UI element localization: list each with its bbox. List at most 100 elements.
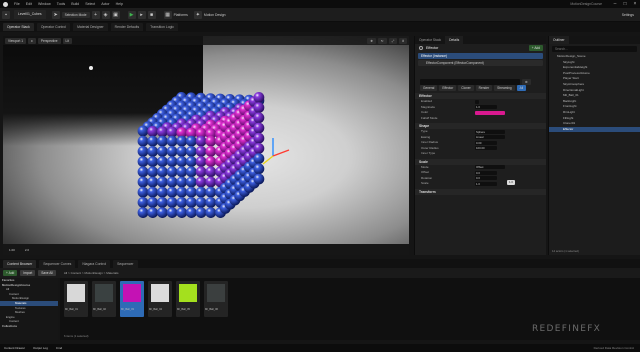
selection-mode-icon[interactable]: ➤ [51, 10, 60, 19]
tab-details[interactable]: Details [445, 36, 464, 44]
motion-design-icon[interactable]: ✦ [193, 10, 202, 19]
section-transform[interactable]: Transform [415, 188, 546, 195]
menu-edit[interactable]: Edit [26, 2, 32, 6]
outliner-panel: Outliner Search... MotionDesign_Scene Sk… [548, 36, 640, 255]
platforms-label[interactable]: Platforms [174, 13, 188, 17]
perspective-dropdown[interactable]: Perspective [37, 37, 61, 44]
magnitude-field[interactable]: 1.0 [475, 105, 497, 110]
gizmo-x-axis[interactable] [272, 149, 290, 157]
tab-operator-stack[interactable]: Operator Stack [3, 23, 34, 31]
cloned-sphere [186, 146, 197, 157]
tab-material-designer[interactable]: Material Designer [73, 23, 108, 31]
color-swatch[interactable] [475, 110, 505, 115]
cmd-button[interactable]: Cmd [56, 346, 62, 350]
transform-icon[interactable]: ✥ [367, 37, 376, 44]
menu-actor[interactable]: Actor [101, 2, 109, 6]
motion-design-label[interactable]: Motion Design [204, 13, 226, 17]
tab-transition-logic[interactable]: Transition Logic [146, 23, 178, 31]
tab-sequencer-curves[interactable]: Sequencer Curves [39, 259, 76, 268]
enabled-checkbox[interactable] [475, 99, 479, 104]
add-asset-button[interactable]: + Add [3, 270, 18, 276]
watermark-text: REDEFINEFX [532, 324, 602, 334]
filter-effector[interactable]: Effector [439, 85, 457, 91]
level-tab[interactable]: Level01_Cubes [14, 10, 46, 19]
maximize-icon[interactable]: □ [620, 0, 630, 8]
tab-content-browser[interactable]: Content Browser [3, 259, 37, 268]
asset-tile[interactable]: MI_Ball_02 [92, 281, 116, 317]
lit-dropdown[interactable]: Lit [62, 37, 72, 44]
inner-radius-field[interactable]: 0.00 [475, 140, 497, 145]
asset-tile[interactable]: MI_Ball_05 [176, 281, 200, 317]
menu-file[interactable]: File [14, 2, 20, 6]
status-right[interactable]: Derived Data Revision Control [594, 346, 634, 350]
details-search-input[interactable] [420, 78, 520, 85]
menu-window[interactable]: Window [38, 2, 51, 6]
menu-tools[interactable]: Tools [57, 2, 65, 6]
gizmo-y-axis[interactable] [262, 155, 274, 165]
component-row[interactable]: EffectorComponent (EffectorComponent) [418, 60, 543, 66]
filter-all[interactable]: All [516, 85, 527, 91]
settings-label[interactable]: Settings [622, 13, 634, 17]
tab-niagara-control[interactable]: Niagara Control [78, 259, 111, 268]
menu-help[interactable]: Help [116, 2, 123, 6]
stop-icon[interactable]: ■ [147, 10, 156, 19]
scale-icon[interactable]: ⤢ [388, 37, 398, 44]
viewport-zoom-value[interactable]: 2.0 [25, 248, 29, 252]
asset-tile[interactable]: MI_Ball_01 [64, 281, 88, 317]
details-settings-icon[interactable]: ⚙ [522, 78, 531, 85]
cloned-sphere [166, 186, 178, 198]
tab-sequencer[interactable]: Sequencer [113, 259, 138, 268]
content-drawer-button[interactable]: Content Drawer [4, 346, 25, 350]
cloned-sphere [157, 146, 168, 157]
viewport-tab[interactable]: Viewport 1 [5, 37, 27, 44]
play-icon[interactable]: ▶ [127, 10, 136, 19]
outer-radius-field[interactable]: 100.00 [475, 146, 497, 151]
cinematics-icon[interactable]: ▣ [111, 10, 120, 19]
type-dropdown[interactable]: Sphere [475, 129, 505, 134]
selection-mode-dropdown[interactable]: Selection Mode [61, 11, 90, 18]
tab-render-defaults[interactable]: Render Defaults [110, 23, 144, 31]
rotate-icon[interactable]: ↻ [377, 37, 387, 44]
viewport-speed-value[interactable]: 1.00 [9, 248, 15, 252]
filter-general[interactable]: General [420, 85, 438, 91]
mode-dropdown[interactable]: Offset [475, 165, 505, 170]
easing-dropdown[interactable]: Linear [475, 135, 505, 140]
save-icon[interactable]: ▪ [2, 10, 10, 19]
asset-tile[interactable]: MI_Ball_06 [204, 281, 228, 317]
level-viewport[interactable]: Viewport 1 ≡ Perspective Lit ✥ ↻ ⤢ # [3, 36, 409, 255]
add-actor-icon[interactable]: + [91, 10, 100, 19]
filter-render[interactable]: Render [475, 85, 493, 91]
output-log-button[interactable]: Output Log [33, 346, 48, 350]
minimize-icon[interactable]: – [610, 0, 620, 8]
tab-operator-control[interactable]: Operator Control [36, 23, 71, 31]
filter-cloner[interactable]: Cloner [458, 85, 474, 91]
offset-field[interactable]: 0.0 [475, 170, 497, 175]
component-row[interactable]: Effector (Instance) [418, 53, 543, 59]
save-all-button[interactable]: Save All [38, 270, 56, 276]
menu-select[interactable]: Select [85, 2, 95, 6]
filter-streaming[interactable]: Streaming [494, 85, 515, 91]
close-icon[interactable]: × [630, 0, 640, 8]
cloned-sphere [166, 207, 178, 219]
step-icon[interactable]: ▸ [137, 10, 146, 19]
asset-tile-selected[interactable]: MI_Ball_03 [120, 281, 144, 317]
asset-tile[interactable]: MI_Ball_04 [148, 281, 172, 317]
grid-snap-icon[interactable]: # [399, 37, 407, 44]
outliner-search-input[interactable]: Search... [552, 46, 637, 52]
scale-field[interactable]: 1.0 [475, 181, 497, 186]
import-button[interactable]: Import [20, 270, 36, 276]
outliner-row-selected[interactable]: Effector [549, 126, 640, 133]
rotation-field[interactable]: 0.0 [475, 176, 497, 181]
menu-build[interactable]: Build [71, 2, 79, 6]
platforms-icon[interactable]: ▦ [163, 10, 172, 19]
cloner-sphere-cube[interactable] [103, 76, 323, 255]
viewport-options-icon[interactable]: ≡ [28, 37, 36, 44]
prop-label: Inner Radius [421, 140, 439, 144]
tree-item[interactable]: Collections [0, 324, 58, 329]
blueprint-icon[interactable]: ◈ [101, 10, 110, 19]
content-breadcrumb[interactable]: All > Content > MotionDesign > Materials [64, 271, 119, 275]
light-gizmo-icon[interactable] [89, 66, 93, 70]
tab-operator-stack-panel[interactable]: Operator Stack [415, 36, 445, 44]
add-component-button[interactable]: + Add [528, 45, 543, 51]
tab-outliner[interactable]: Outliner [549, 36, 569, 44]
